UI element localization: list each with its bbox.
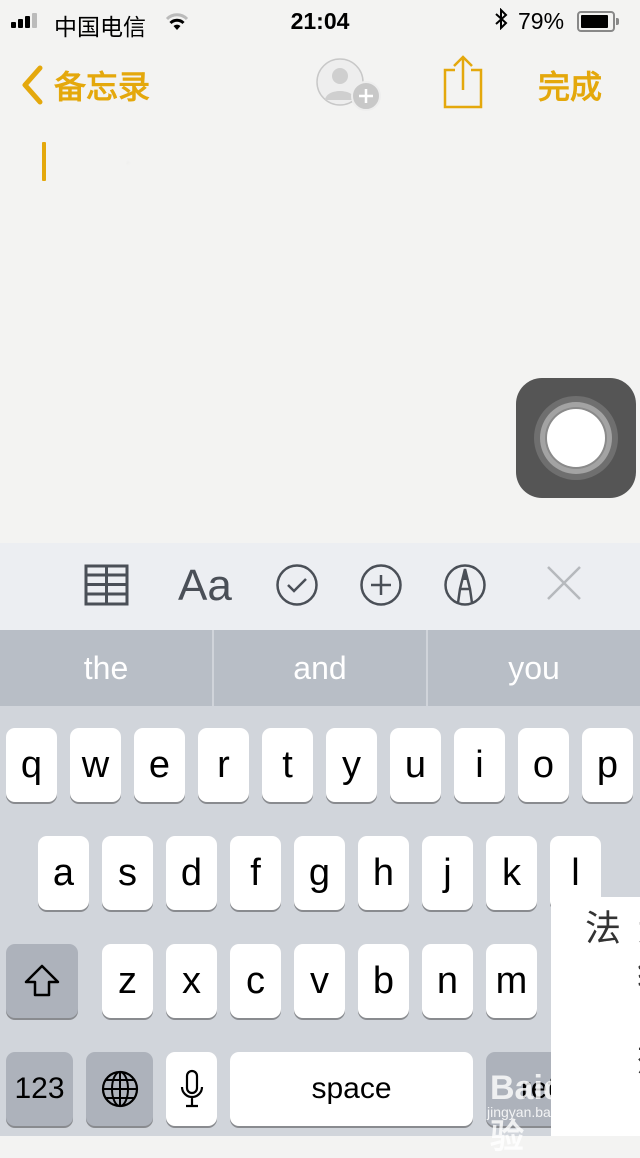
numbers-key[interactable]: 123 — [6, 1052, 73, 1126]
plus-circle-icon — [360, 564, 402, 606]
space-key[interactable]: space — [230, 1052, 473, 1126]
assistive-touch-button[interactable] — [516, 378, 636, 498]
suggestion-item[interactable]: you — [426, 630, 640, 706]
back-label: 备忘录 — [54, 69, 151, 105]
table-icon — [84, 564, 129, 606]
key-y[interactable]: y — [326, 728, 377, 802]
markup-button[interactable] — [443, 563, 487, 609]
bluetooth-icon — [494, 7, 508, 36]
shift-icon — [24, 964, 60, 997]
format-toolbar: Aa — [0, 543, 640, 630]
globe-icon — [101, 1070, 138, 1108]
suggestion-item[interactable]: and — [212, 630, 426, 706]
nav-bar: 备忘录 完成 — [0, 50, 640, 120]
shift-key[interactable] — [6, 944, 78, 1018]
key-p[interactable]: p — [582, 728, 633, 802]
key-j[interactable]: j — [422, 836, 473, 910]
text-format-icon: Aa — [178, 561, 232, 610]
add-button[interactable] — [359, 563, 403, 609]
key-h[interactable]: h — [358, 836, 409, 910]
back-button[interactable]: 备忘录 — [20, 62, 150, 108]
suggestion-bar: the and you — [0, 630, 640, 706]
close-toolbar-button[interactable] — [544, 563, 584, 609]
key-x[interactable]: x — [166, 944, 217, 1018]
dictation-key[interactable] — [166, 1052, 217, 1126]
key-g[interactable]: g — [294, 836, 345, 910]
key-n[interactable]: n — [422, 944, 473, 1018]
checklist-button[interactable] — [275, 563, 319, 609]
microphone-icon — [180, 1069, 203, 1108]
text-cursor — [42, 142, 46, 181]
chevron-left-icon — [22, 65, 43, 105]
pen-circle-icon — [444, 564, 486, 606]
add-person-icon — [316, 58, 381, 111]
key-a[interactable]: a — [38, 836, 89, 910]
table-button[interactable] — [84, 563, 130, 609]
share-button[interactable] — [442, 54, 484, 115]
battery-icon — [577, 11, 619, 32]
key-b[interactable]: b — [358, 944, 409, 1018]
text-format-button[interactable]: Aa — [178, 563, 232, 609]
key-k[interactable]: k — [486, 836, 537, 910]
key-u[interactable]: u — [390, 728, 441, 802]
key-v[interactable]: v — [294, 944, 345, 1018]
key-e[interactable]: e — [134, 728, 185, 802]
key-m[interactable]: m — [486, 944, 537, 1018]
key-r[interactable]: r — [198, 728, 249, 802]
home-circle-icon — [547, 409, 605, 467]
key-d[interactable]: d — [166, 836, 217, 910]
key-w[interactable]: w — [70, 728, 121, 802]
status-bar: 中国电信 21:04 79% — [0, 0, 640, 40]
key-s[interactable]: s — [102, 836, 153, 910]
add-person-button[interactable] — [316, 56, 384, 117]
close-icon — [547, 566, 581, 600]
suggestion-item[interactable]: the — [0, 630, 212, 706]
done-button[interactable]: 完成 — [538, 62, 602, 108]
key-q[interactable]: q — [6, 728, 57, 802]
battery-percent: 79% — [518, 8, 565, 34]
key-f[interactable]: f — [230, 836, 281, 910]
key-c[interactable]: c — [230, 944, 281, 1018]
share-icon — [443, 55, 483, 109]
watermark-url: jingyan.baidu.com — [487, 1104, 600, 1120]
key-z[interactable]: z — [102, 944, 153, 1018]
checkmark-circle-icon — [276, 564, 318, 606]
key-t[interactable]: t — [262, 728, 313, 802]
globe-key[interactable] — [86, 1052, 153, 1126]
key-o[interactable]: o — [518, 728, 569, 802]
key-i[interactable]: i — [454, 728, 505, 802]
